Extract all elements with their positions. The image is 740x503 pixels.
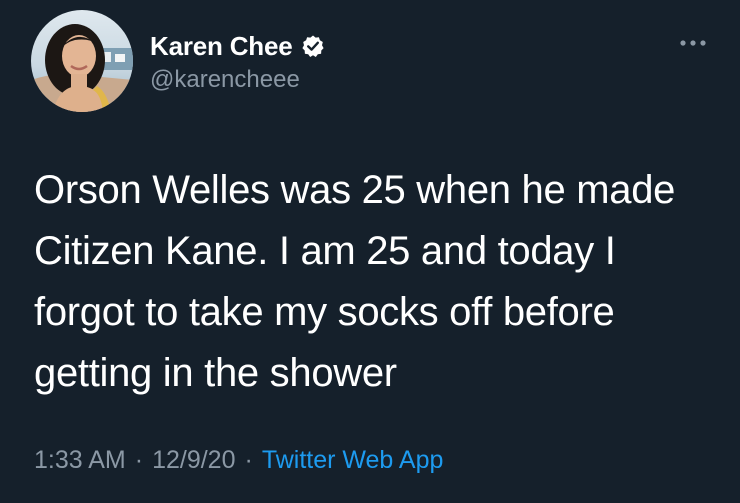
tweet-source-link[interactable]: Twitter Web App [262,446,444,474]
tweet-card: Karen Chee @karencheee Orson Welles was … [0,0,740,503]
author-handle[interactable]: @karencheee [150,66,300,94]
tweet-time[interactable]: 1:33 AM [34,446,126,474]
verified-badge-icon [301,34,325,58]
tweet-text: Orson Welles was 25 when he made Citizen… [34,168,676,395]
tweet-metadata: 1:33 AM · 12/9/20 · Twitter Web App [34,446,443,475]
metadata-separator: · [134,446,144,474]
author-name-row[interactable]: Karen Chee [150,30,325,62]
tweet-date[interactable]: 12/9/20 [152,446,235,474]
more-options-icon[interactable] [676,33,710,53]
metadata-separator: · [244,446,253,474]
avatar-photo [31,10,133,112]
author-display-name[interactable]: Karen Chee [150,31,293,62]
author-avatar[interactable] [31,10,133,112]
